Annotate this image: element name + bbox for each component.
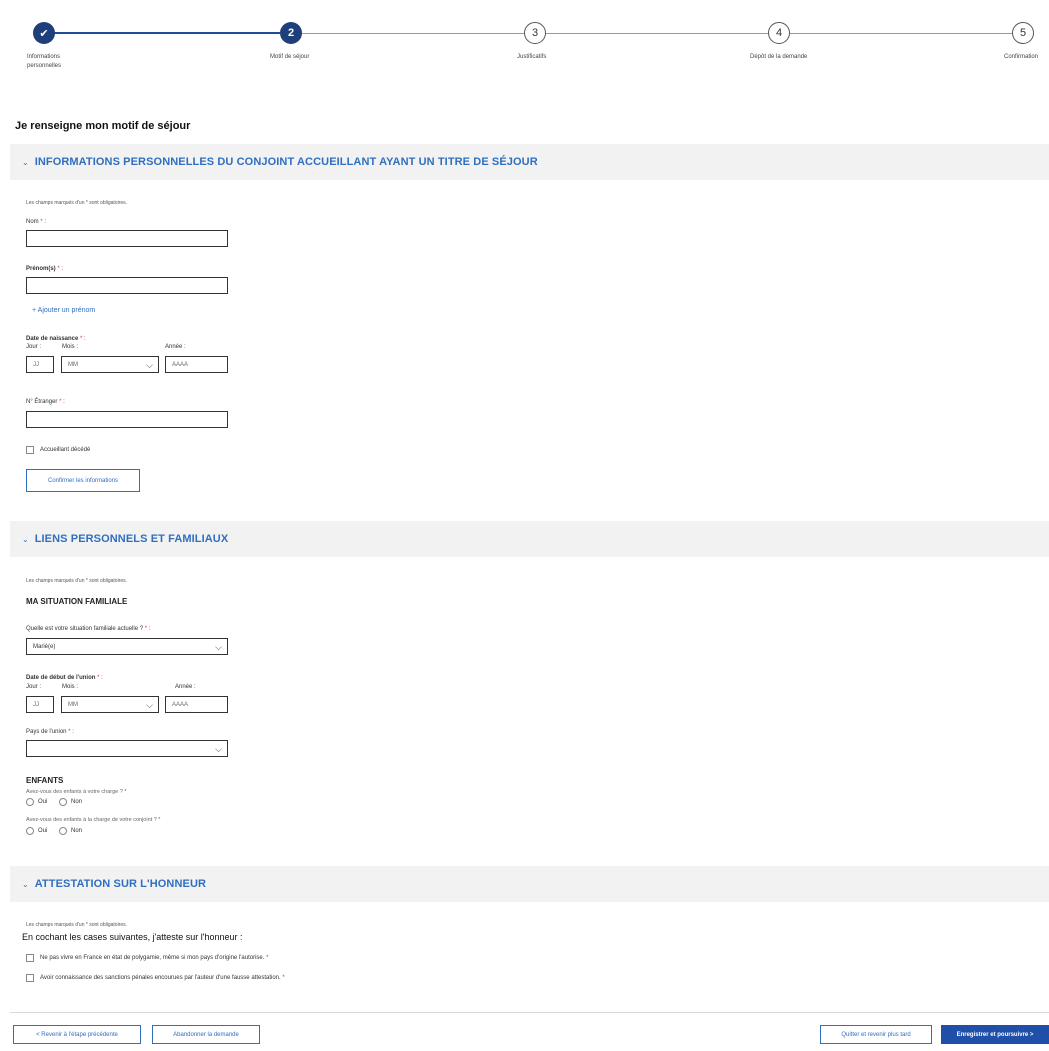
footer-divider [10, 1012, 1049, 1013]
yes-label: Oui [38, 828, 48, 834]
no-label: Non [71, 828, 83, 834]
previous-step-button[interactable]: < Revenir à l'étape précédente [13, 1025, 141, 1044]
month-label: Mois : [62, 684, 79, 690]
stepper-line [546, 33, 768, 34]
prenom-label: Prénom(s) * : [26, 266, 64, 272]
situation-heading: MA SITUATION FAMILIALE [26, 597, 128, 606]
add-prenom-link[interactable]: + Ajouter un prénom [32, 307, 95, 314]
nom-label: Nom * : [26, 219, 47, 225]
deceased-label: Accueillant décédé [40, 447, 91, 453]
children-question-2: Avez-vous des enfants à la charge de vot… [26, 817, 161, 823]
step-1-check-icon: ✔ [33, 22, 55, 44]
day-label: Jour : [26, 344, 42, 350]
nom-input[interactable] [26, 230, 228, 247]
children-2-no-radio[interactable] [59, 827, 67, 835]
section-title: INFORMATIONS PERSONNELLES DU CONJOINT AC… [34, 156, 538, 168]
dob-year-input[interactable]: AAAA [165, 356, 228, 373]
yes-label: Oui [38, 799, 48, 805]
dob-day-input[interactable]: JJ [26, 356, 54, 373]
step-5-circle: 5 [1012, 22, 1034, 44]
polygamy-label: Ne pas vivre en France en état de polyga… [40, 955, 269, 961]
page-title: Je renseigne mon motif de séjour [15, 120, 191, 132]
chevron-down-icon: ⌵ [215, 744, 222, 754]
section-attestation-header[interactable]: ⌄ ATTESTATION SUR L'HONNEUR [10, 866, 1049, 902]
chevron-down-icon: ⌄ [22, 879, 29, 889]
children-heading: ENFANTS [26, 776, 64, 785]
quit-later-button[interactable]: Quitter et revenir plus tard [820, 1025, 932, 1044]
polygamy-checkbox[interactable] [26, 954, 34, 962]
union-year-input[interactable]: AAAA [165, 696, 228, 713]
stepper-line [790, 33, 1012, 34]
step-4-label: Dépôt de la demande [750, 54, 808, 60]
situation-label: Quelle est votre situation familiale act… [26, 626, 151, 632]
month-label: Mois : [62, 344, 79, 350]
abandon-request-button[interactable]: Abandonner la demande [152, 1025, 260, 1044]
dob-month-select[interactable]: MM ⌵ [61, 356, 159, 373]
sanctions-label: Avoir connaissance des sanctions pénales… [40, 975, 285, 981]
confirm-information-button[interactable]: Confirmer les informations [26, 469, 140, 492]
year-label: Année : [175, 684, 196, 690]
section-conjoint-header[interactable]: ⌄ INFORMATIONS PERSONNELLES DU CONJOINT … [10, 144, 1049, 180]
day-label: Jour : [26, 684, 42, 690]
step-3-circle: 3 [524, 22, 546, 44]
step-1-label: Informations personnelles [27, 54, 62, 69]
attestation-intro: En cochant les cases suivantes, j'attest… [22, 932, 243, 942]
chevron-down-icon: ⌄ [22, 534, 29, 544]
step-2-label: Motif de séjour [270, 54, 310, 60]
section-family-header[interactable]: ⌄ LIENS PERSONNELS ET FAMILIAUX [10, 521, 1049, 557]
etranger-label: N° Étranger * : [26, 399, 65, 405]
prenom-input[interactable] [26, 277, 228, 294]
year-label: Année : [165, 344, 186, 350]
no-label: Non [71, 799, 83, 805]
section-title: LIENS PERSONNELS ET FAMILIAUX [34, 533, 229, 545]
union-month-select[interactable]: MM ⌵ [61, 696, 159, 713]
section-title: ATTESTATION SUR L'HONNEUR [34, 878, 207, 890]
chevron-down-icon: ⌵ [215, 642, 222, 652]
step-5-label: Confirmation [1004, 54, 1039, 60]
children-2-yes-radio[interactable] [26, 827, 34, 835]
children-1-yes-radio[interactable] [26, 798, 34, 806]
deceased-checkbox[interactable] [26, 446, 34, 454]
chevron-down-icon: ⌄ [22, 157, 29, 167]
union-day-input[interactable]: JJ [26, 696, 54, 713]
union-date-label: Date de début de l'union * : [26, 675, 103, 681]
chevron-down-icon: ⌵ [146, 700, 153, 710]
children-question-1: Avez-vous des enfants à votre charge ? * [26, 789, 127, 795]
family-situation-select[interactable]: Marié(e) ⌵ [26, 638, 228, 655]
required-note: Les champs marqués d'un * sont obligatoi… [26, 200, 128, 206]
etranger-number-input[interactable] [26, 411, 228, 428]
children-1-no-radio[interactable] [59, 798, 67, 806]
sanctions-checkbox[interactable] [26, 974, 34, 982]
step-3-label: Justificatifs [517, 54, 547, 60]
save-continue-button[interactable]: Enregistrer et poursuivre > [941, 1025, 1049, 1044]
required-note: Les champs marqués d'un * sont obligatoi… [26, 578, 128, 584]
union-country-select[interactable]: ⌵ [26, 740, 228, 757]
stepper-line [302, 33, 524, 34]
dob-label: Date de naissance * : [26, 336, 86, 342]
union-country-label: Pays de l'union * : [26, 729, 74, 735]
chevron-down-icon: ⌵ [146, 360, 153, 370]
required-note: Les champs marqués d'un * sont obligatoi… [26, 922, 128, 928]
step-4-circle: 4 [768, 22, 790, 44]
step-2-circle: 2 [280, 22, 302, 44]
progress-stepper: ✔ 2 3 4 5 Informations personnelles Moti… [0, 0, 1049, 90]
stepper-line-completed [44, 32, 280, 34]
